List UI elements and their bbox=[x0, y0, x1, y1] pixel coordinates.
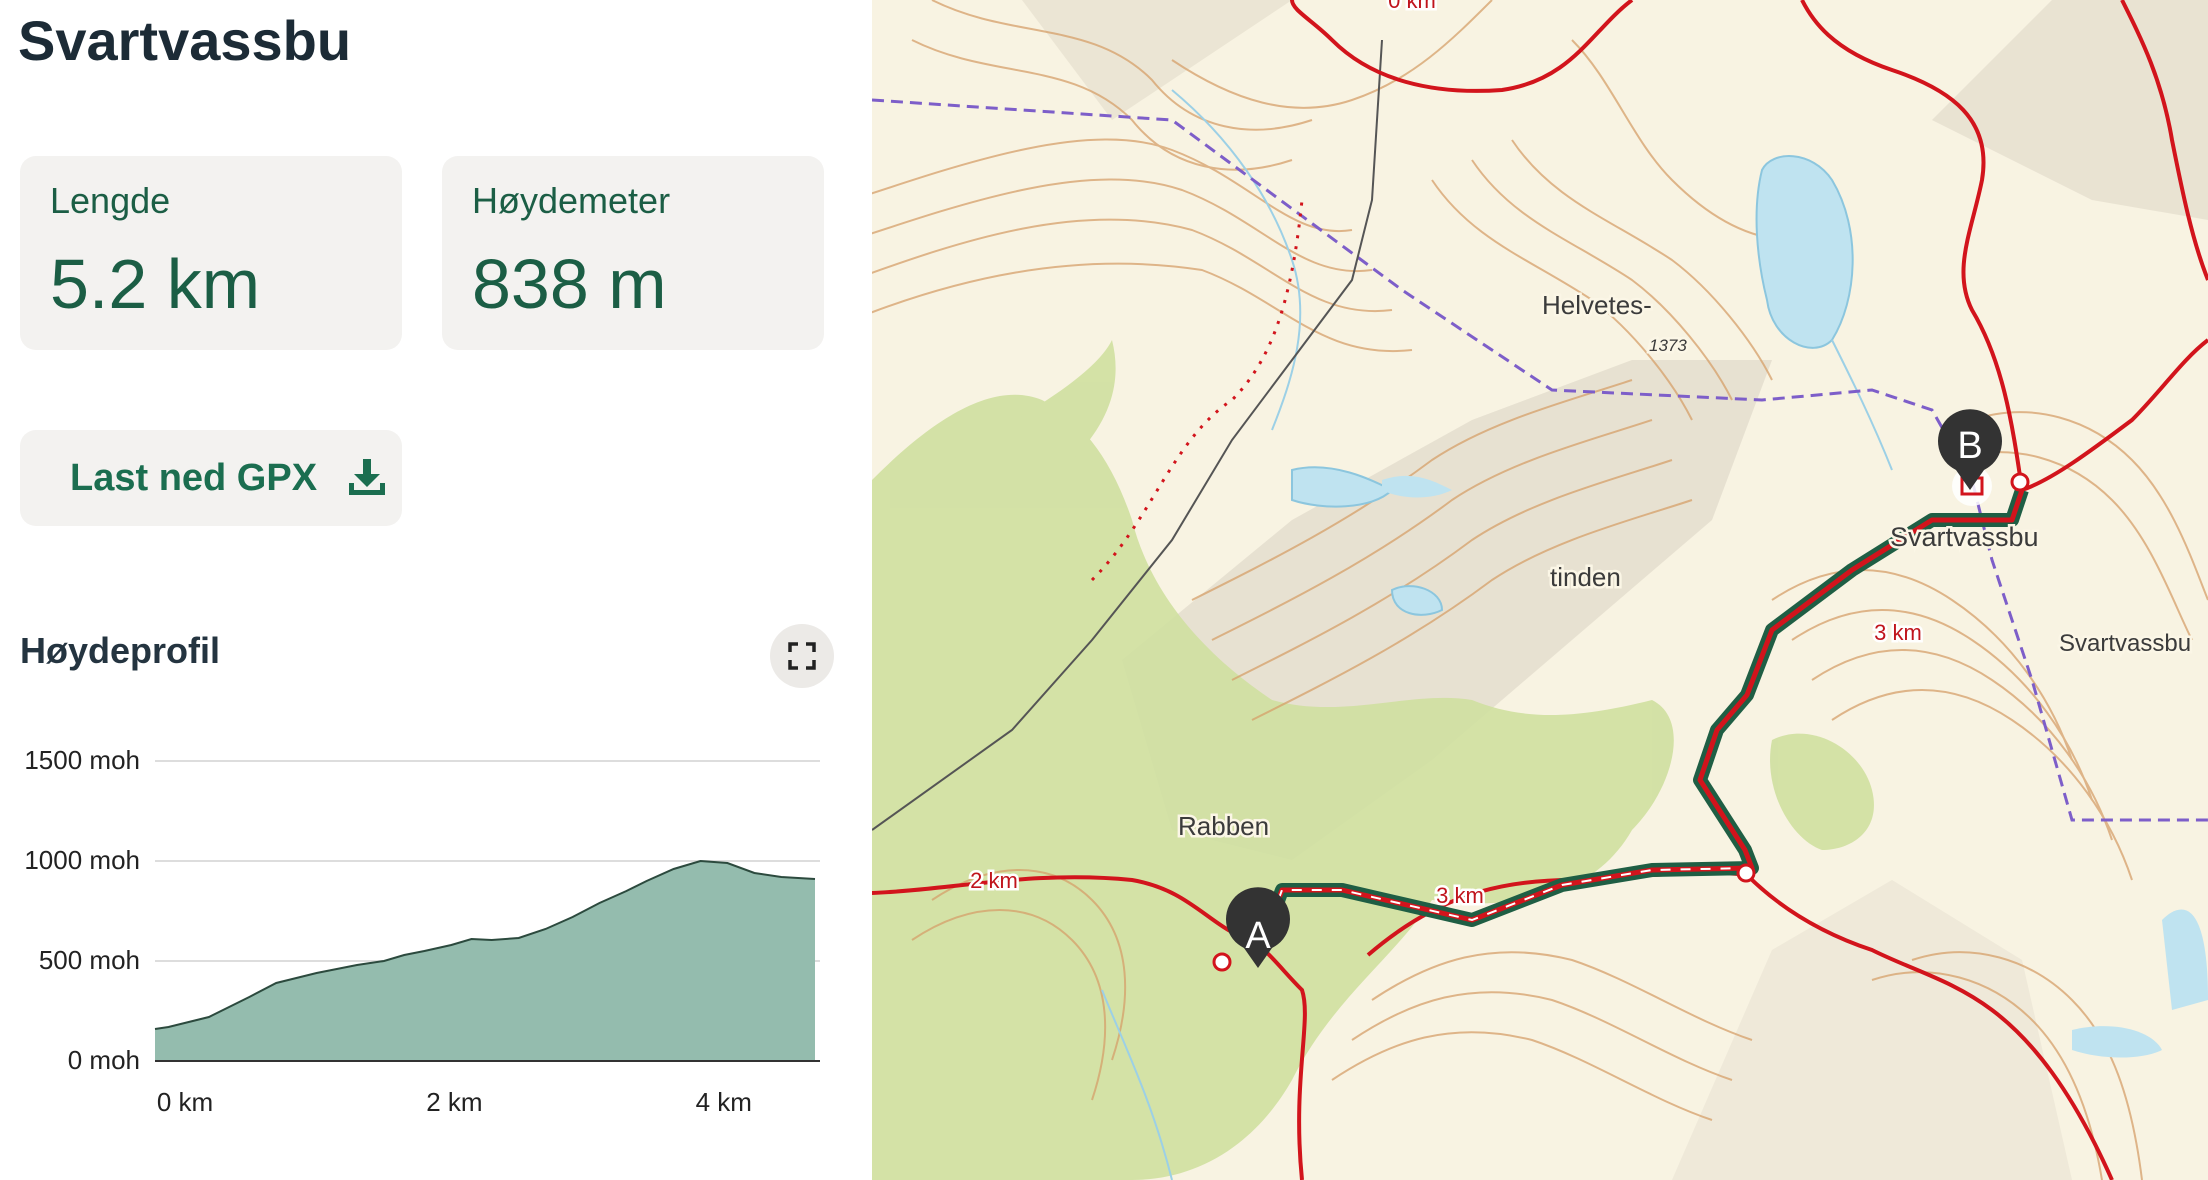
elevation-gain-value: 838 m bbox=[472, 245, 667, 323]
km-label: 3 km bbox=[1874, 620, 1922, 645]
download-gpx-label: Last ned GPX bbox=[70, 456, 318, 499]
fullscreen-icon bbox=[788, 642, 816, 670]
elevation-gain-card: Høydemeter 838 m bbox=[442, 156, 824, 350]
length-label: Lengde bbox=[50, 180, 171, 221]
place-label: Helvetes- bbox=[1542, 290, 1652, 320]
km-label: 2 km bbox=[970, 868, 1018, 893]
y-tick-label: 1000 moh bbox=[24, 845, 140, 875]
y-tick-label: 1500 moh bbox=[24, 745, 140, 775]
length-value: 5.2 km bbox=[50, 245, 261, 323]
km-label: 0 km bbox=[1388, 0, 1436, 13]
download-gpx-button[interactable]: Last ned GPX bbox=[20, 430, 402, 526]
y-tick-label: 500 moh bbox=[39, 945, 140, 975]
place-label: Rabben bbox=[1178, 811, 1269, 841]
topographic-map[interactable]: 0 km 2 km 3 km 3 km Helvetes- 1373 tinde… bbox=[872, 0, 2208, 1180]
page-title: Svartvassbu bbox=[18, 9, 352, 72]
km-label: 3 km bbox=[1436, 883, 1484, 908]
map[interactable]: 0 km 2 km 3 km 3 km Helvetes- 1373 tinde… bbox=[872, 0, 2208, 1180]
y-tick-label: 0 moh bbox=[68, 1045, 140, 1075]
elevation-profile-chart: 0 moh 500 moh 1000 moh 1500 moh 0 km 2 km 4 k… bbox=[24, 745, 820, 1117]
place-label: tinden bbox=[1550, 562, 1621, 592]
elevation-profile-title: Høydeprofil bbox=[20, 630, 221, 671]
junction-point bbox=[2010, 472, 2030, 492]
start-marker-label: A bbox=[1245, 915, 1271, 957]
peak-height-label: 1373 bbox=[1649, 336, 1687, 355]
sidebar: Svartvassbu Lengde 5.2 km Høydemeter 838… bbox=[0, 0, 872, 1180]
junction-point bbox=[1736, 863, 1756, 883]
end-marker-label: B bbox=[1957, 425, 1982, 467]
x-tick-label: 4 km bbox=[696, 1087, 752, 1117]
download-icon bbox=[349, 459, 386, 495]
place-label: Svartvassbu bbox=[2059, 630, 2191, 657]
junction-point bbox=[1212, 952, 1232, 972]
elevation-gain-label: Høydemeter bbox=[472, 180, 671, 221]
x-tick-label: 0 km bbox=[157, 1087, 213, 1117]
place-label: Svartvassbu bbox=[1890, 522, 2039, 552]
length-card: Lengde 5.2 km bbox=[20, 156, 402, 350]
fullscreen-button[interactable] bbox=[770, 624, 834, 688]
x-tick-label: 2 km bbox=[426, 1087, 482, 1117]
